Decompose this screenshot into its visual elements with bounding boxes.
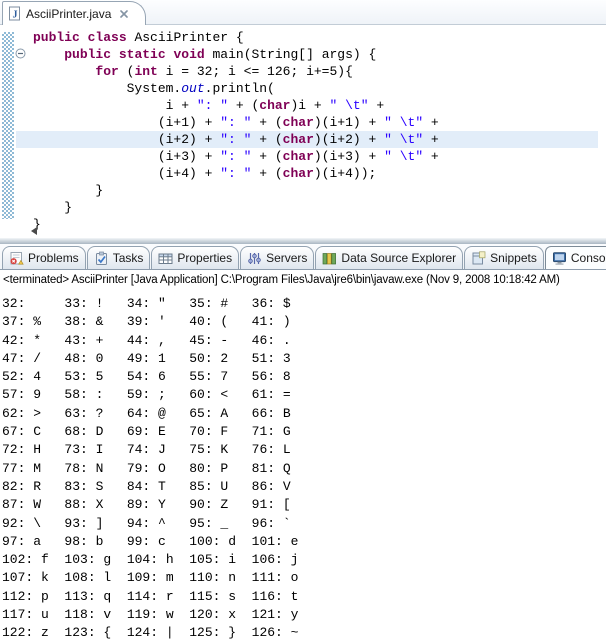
code-area[interactable]: public class AsciiPrinter { public stati… (16, 29, 598, 233)
code-line[interactable]: public class AsciiPrinter { (16, 29, 598, 46)
console-view: <terminated> AsciiPrinter [Java Applicat… (0, 270, 606, 641)
servers-icon (247, 251, 262, 266)
console-line: 122: z 123: { 124: | 125: } 126: ~ (2, 625, 606, 641)
console-process-label: <terminated> AsciiPrinter [Java Applicat… (3, 274, 560, 286)
code-line[interactable]: } (16, 182, 598, 199)
tab-label: Console (571, 251, 606, 265)
code-line[interactable]: (i+4) + ": " + (char)(i+4)); (16, 165, 598, 182)
console-line: 37: % 38: & 39: ' 40: ( 41: ) (2, 314, 606, 332)
console-line: 82: R 83: S 84: T 85: U 86: V (2, 479, 606, 497)
code-line[interactable]: for (int i = 32; i <= 126; i+=5){ (16, 63, 598, 80)
snippets-icon (471, 251, 486, 266)
editor-tabbar: J AsciiPrinter.java (0, 0, 606, 25)
editor-tab-asciiprinter[interactable]: J AsciiPrinter.java (2, 1, 146, 25)
view-tabbar: Problems Tasks Properties Servers Data Sourc… (0, 244, 606, 270)
console-line: 102: f 103: g 104: h 105: i 106: j (2, 552, 606, 570)
scroll-left-arrow-icon[interactable] (31, 227, 37, 235)
properties-icon (158, 251, 173, 266)
code-line[interactable]: (i+1) + ": " + (char)(i+1) + " \t" + (16, 114, 598, 131)
tasks-icon (94, 251, 109, 266)
console-line: 57: 9 58: : 59: ; 60: < 61: = (2, 387, 606, 405)
tab-properties[interactable]: Properties (151, 246, 239, 269)
tab-servers[interactable]: Servers (240, 246, 314, 269)
code-line[interactable]: } (16, 216, 598, 233)
console-line: 117: u 118: v 119: w 120: x 121: y (2, 607, 606, 625)
problems-icon (9, 251, 24, 266)
close-icon[interactable] (119, 9, 129, 19)
console-line: 87: W 88: X 89: Y 90: Z 91: [ (2, 497, 606, 515)
console-line: 32: 33: ! 34: " 35: # 36: $ (2, 296, 606, 314)
console-line: 92: \ 93: ] 94: ^ 95: _ 96: ` (2, 516, 606, 534)
console-line: 42: * 43: + 44: , 45: - 46: . (2, 333, 606, 351)
tab-label: Tasks (113, 251, 144, 265)
tab-label: Data Source Explorer (341, 251, 456, 265)
tab-tasks[interactable]: Tasks (87, 246, 151, 269)
console-line: 97: a 98: b 99: c 100: d 101: e (2, 534, 606, 552)
code-line[interactable]: } (16, 199, 598, 216)
console-line: 112: p 113: q 114: r 115: s 116: t (2, 589, 606, 607)
code-line[interactable]: public static void main(String[] args) { (16, 46, 598, 63)
code-line[interactable]: i + ": " + (char)i + " \t" + (16, 97, 598, 114)
console-line: 52: 4 53: 5 54: 6 55: 7 56: 8 (2, 369, 606, 387)
annotation-ruler (2, 32, 14, 219)
console-line: 67: C 68: D 69: E 70: F 71: G (2, 424, 606, 442)
tab-snippets[interactable]: Snippets (464, 246, 544, 269)
code-line[interactable]: System.out.println( (16, 80, 598, 97)
tab-label: Problems (28, 251, 79, 265)
tab-console[interactable]: Console (545, 246, 606, 269)
code-editor[interactable]: public class AsciiPrinter { public stati… (0, 26, 606, 238)
svg-text:J: J (13, 10, 18, 21)
tab-label: Properties (177, 251, 232, 265)
editor-tab-label: AsciiPrinter.java (26, 7, 111, 21)
code-line[interactable]: (i+3) + ": " + (char)(i+3) + " \t" + (16, 148, 598, 165)
java-file-icon: J (8, 6, 21, 21)
tab-data-source-explorer[interactable]: Data Source Explorer (315, 246, 463, 269)
data-source-explorer-icon (322, 251, 337, 266)
console-line: 107: k 108: l 109: m 110: n 111: o (2, 570, 606, 588)
tab-label: Snippets (490, 251, 537, 265)
tab-label: Servers (266, 251, 307, 265)
console-output[interactable]: 32: 33: ! 34: " 35: # 36: $37: % 38: & 3… (2, 296, 606, 641)
console-icon (552, 251, 567, 266)
console-line: 72: H 73: I 74: J 75: K 76: L (2, 442, 606, 460)
console-line: 77: M 78: N 79: O 80: P 81: Q (2, 461, 606, 479)
console-line: 47: / 48: 0 49: 1 50: 2 51: 3 (2, 351, 606, 369)
tab-problems[interactable]: Problems (2, 246, 86, 269)
code-line-current[interactable]: (i+2) + ": " + (char)(i+2) + " \t" + (16, 131, 598, 148)
console-line: 62: > 63: ? 64: @ 65: A 66: B (2, 406, 606, 424)
